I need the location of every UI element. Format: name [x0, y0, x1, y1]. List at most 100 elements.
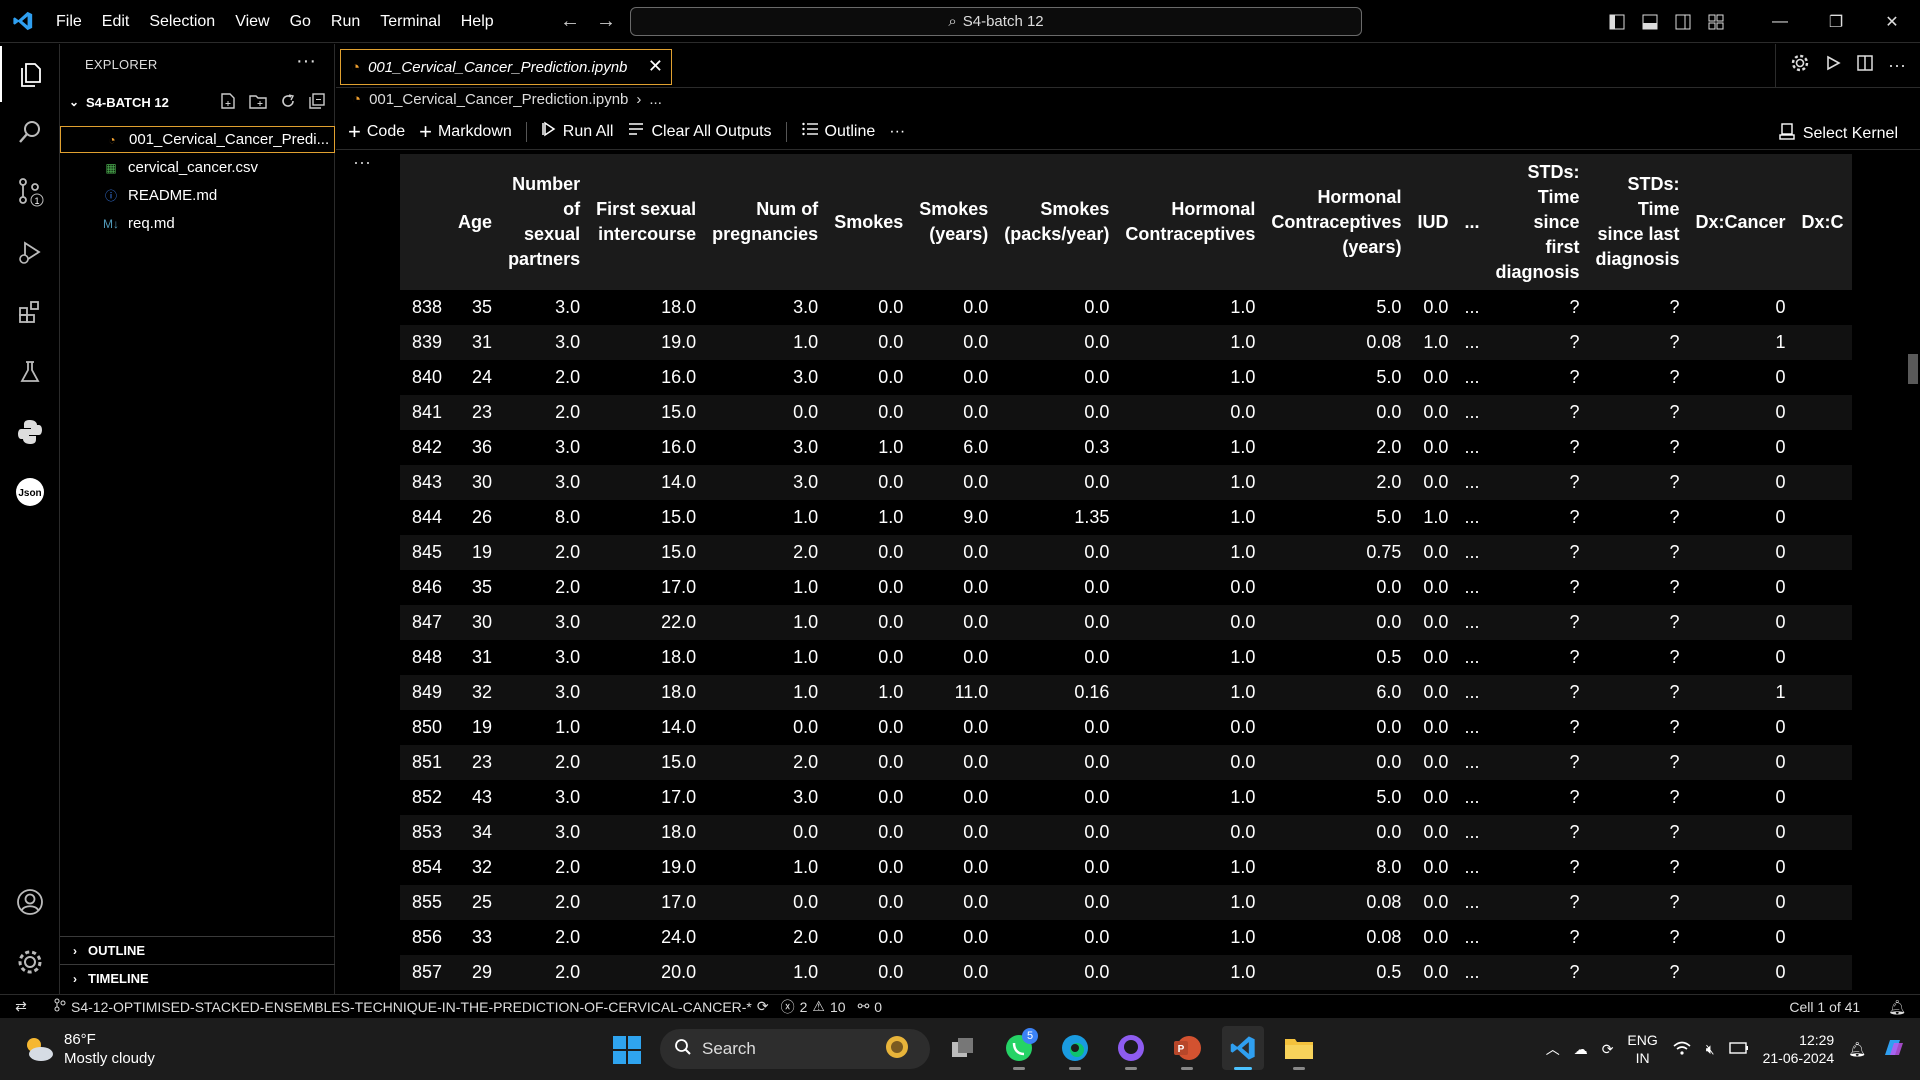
- toggle-panel-icon[interactable]: [1633, 14, 1666, 30]
- column-header-line: (packs/year): [1004, 224, 1110, 244]
- whatsapp-icon[interactable]: 5: [998, 1026, 1040, 1070]
- run-debug-icon[interactable]: [0, 224, 60, 280]
- vscode-taskbar-icon[interactable]: [1222, 1026, 1264, 1070]
- outline-section[interactable]: › OUTLINE: [60, 936, 335, 964]
- task-view-icon[interactable]: [942, 1026, 984, 1070]
- running-indicator: [1013, 1067, 1025, 1070]
- file-item[interactable]: M↓ req.md: [60, 210, 335, 237]
- more-actions-button[interactable]: ···: [889, 123, 905, 141]
- command-center[interactable]: ⌕ S4-batch 12: [630, 7, 1362, 36]
- forward-arrow-icon[interactable]: →: [596, 10, 616, 33]
- file-item[interactable]: ◔ 001_Cervical_Cancer_Predi...: [60, 126, 335, 153]
- add-code-button[interactable]: + Code: [348, 120, 405, 142]
- row-index: 846: [412, 577, 443, 597]
- windows-start-icon[interactable]: [612, 1035, 642, 1070]
- remote-icon[interactable]: ⇄: [0, 998, 42, 1015]
- toggle-secondary-sidebar-icon[interactable]: [1666, 14, 1699, 30]
- customize-layout-icon[interactable]: [1699, 14, 1732, 30]
- menu-item-help[interactable]: Help: [451, 0, 504, 43]
- settings-gear-icon[interactable]: [1790, 53, 1810, 78]
- branch-indicator[interactable]: S4-12-OPTIMISED-STACKED-ENSEMBLES-TECHNI…: [54, 998, 769, 1015]
- taskbar-search[interactable]: Search: [660, 1029, 930, 1069]
- table-cell: 0.0: [1423, 892, 1449, 912]
- sync-icon[interactable]: ⟳: [1602, 1041, 1614, 1058]
- cell-position[interactable]: Cell 1 of 41: [1789, 999, 1860, 1015]
- battery-charging-icon[interactable]: [1728, 1041, 1749, 1058]
- table-cell: 0.0: [1423, 612, 1449, 632]
- breadcrumb-rest[interactable]: ...: [649, 91, 662, 108]
- new-file-icon[interactable]: [219, 92, 237, 115]
- cell-more-icon[interactable]: ···: [353, 152, 371, 173]
- run-all-button[interactable]: Run All: [541, 121, 613, 142]
- menu-item-edit[interactable]: Edit: [92, 0, 140, 43]
- menu-item-selection[interactable]: Selection: [139, 0, 225, 43]
- explorer-icon[interactable]: [0, 46, 60, 102]
- table-cell: ...: [1464, 717, 1480, 737]
- search-icon[interactable]: [0, 104, 60, 160]
- row-index: 849: [412, 682, 443, 702]
- notifications-bell-icon[interactable]: 🔔︎: [1888, 999, 1906, 1016]
- weather-widget[interactable]: 86°F Mostly cloudy: [22, 1030, 155, 1068]
- clear-outputs-button[interactable]: Clear All Outputs: [627, 121, 772, 142]
- tab-notebook[interactable]: ◔ 001_Cervical_Cancer_Prediction.ipynb ✕: [340, 49, 672, 85]
- table-cell: 0.0: [1084, 892, 1110, 912]
- table-cell: ?: [1669, 472, 1680, 492]
- timeline-section[interactable]: › TIMELINE: [60, 964, 335, 992]
- menu-item-terminal[interactable]: Terminal: [370, 0, 450, 43]
- close-window-icon[interactable]: ✕: [1864, 12, 1920, 32]
- refresh-icon[interactable]: [279, 92, 297, 115]
- file-item[interactable]: ⓘ README.md: [60, 182, 335, 209]
- row-index: 851: [412, 752, 443, 772]
- source-control-icon[interactable]: 1: [0, 164, 60, 220]
- split-editor-icon[interactable]: [1856, 54, 1874, 77]
- language-indicator[interactable]: ENG IN: [1627, 1031, 1657, 1067]
- back-arrow-icon[interactable]: ←: [560, 10, 580, 33]
- onedrive-cloud-icon[interactable]: ☁: [1574, 1041, 1588, 1058]
- testing-flask-icon[interactable]: [0, 344, 60, 400]
- json-icon[interactable]: Json: [0, 464, 60, 520]
- vertical-scrollbar[interactable]: [1906, 154, 1920, 994]
- run-icon[interactable]: [1824, 54, 1842, 77]
- wifi-icon[interactable]: [1672, 1040, 1692, 1059]
- table-cell: 31: [472, 332, 493, 352]
- close-tab-icon[interactable]: ✕: [648, 56, 663, 77]
- github-icon[interactable]: [1110, 1026, 1152, 1070]
- problems-indicator[interactable]: ⓧ 2 ⚠ 10: [781, 997, 846, 1017]
- table-cell: 0.0: [878, 717, 904, 737]
- file-item[interactable]: ▦ cervical_cancer.csv: [60, 154, 335, 181]
- add-markdown-button[interactable]: + Markdown: [419, 120, 512, 142]
- powerpoint-icon[interactable]: P: [1166, 1026, 1208, 1070]
- python-icon[interactable]: [0, 404, 60, 460]
- menu-item-view[interactable]: View: [225, 0, 279, 43]
- account-icon[interactable]: [0, 874, 60, 930]
- more-actions-icon[interactable]: ···: [1888, 55, 1906, 76]
- minimize-icon[interactable]: —: [1752, 13, 1808, 31]
- file-explorer-icon[interactable]: [1278, 1026, 1320, 1070]
- copilot-icon[interactable]: [1880, 1035, 1906, 1064]
- clock[interactable]: 12:29 21-06-2024: [1763, 1031, 1835, 1067]
- chevron-up-icon[interactable]: ︿: [1546, 1039, 1560, 1059]
- breadcrumb-file[interactable]: 001_Cervical_Cancer_Prediction.ipynb: [369, 91, 628, 108]
- toggle-primary-sidebar-icon[interactable]: [1600, 14, 1633, 30]
- table-cell: 18.0: [661, 647, 697, 667]
- collapse-all-icon[interactable]: [308, 92, 326, 115]
- manage-gear-icon[interactable]: [0, 934, 60, 990]
- volume-muted-icon[interactable]: 🔇︎: [1706, 1041, 1715, 1058]
- new-folder-icon[interactable]: [248, 92, 268, 115]
- edge-icon[interactable]: [1054, 1026, 1096, 1070]
- restore-icon[interactable]: ❐: [1808, 12, 1864, 32]
- scrollbar-thumb[interactable]: [1908, 354, 1918, 384]
- notification-bell-icon[interactable]: 🔔︎: [1848, 1041, 1866, 1058]
- outline-button[interactable]: Outline: [801, 121, 875, 142]
- ports-indicator[interactable]: ⚯ 0: [858, 998, 883, 1015]
- menu-item-file[interactable]: File: [46, 0, 92, 43]
- divider: [785, 121, 787, 142]
- table-cell: 0: [1775, 927, 1786, 947]
- table-cell: 30: [472, 612, 493, 632]
- menu-item-go[interactable]: Go: [280, 0, 321, 43]
- explorer-title: EXPLORER: [85, 57, 158, 72]
- extensions-icon[interactable]: [0, 284, 60, 340]
- select-kernel-button[interactable]: Select Kernel: [1779, 122, 1898, 145]
- more-actions-icon[interactable]: ···: [296, 50, 316, 73]
- menu-item-run[interactable]: Run: [321, 0, 370, 43]
